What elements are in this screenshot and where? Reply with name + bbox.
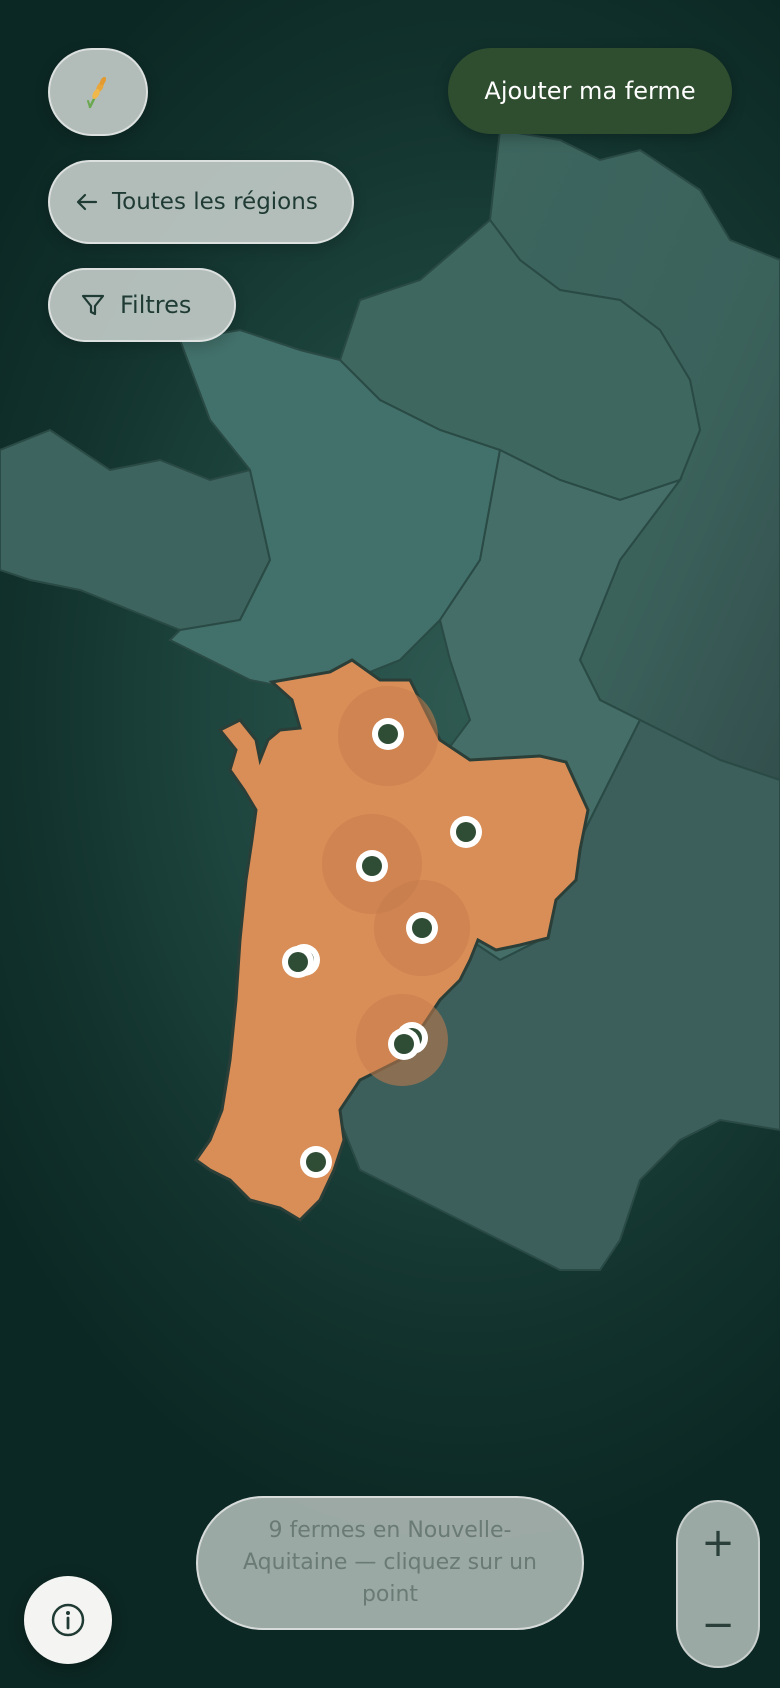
filters-label: Filtres <box>120 291 192 319</box>
region-west[interactable] <box>0 428 272 632</box>
status-message: 9 fermes en Nouvelle-Aquitaine — cliquez… <box>196 1496 584 1630</box>
farm-marker[interactable] <box>356 850 388 882</box>
map-canvas[interactable] <box>0 0 780 1688</box>
status-text: 9 fermes en Nouvelle-Aquitaine — cliquez… <box>242 1518 537 1607</box>
logo-button[interactable] <box>48 48 148 136</box>
all-regions-button[interactable]: Toutes les régions <box>48 160 354 244</box>
farm-marker[interactable] <box>372 718 404 750</box>
zoom-control: + − <box>676 1500 760 1668</box>
farm-marker[interactable] <box>406 912 438 944</box>
all-regions-label: Toutes les régions <box>112 189 318 215</box>
filters-button[interactable]: Filtres <box>48 268 236 342</box>
farm-marker[interactable] <box>388 1028 420 1060</box>
funnel-icon <box>80 292 106 318</box>
farm-marker[interactable] <box>282 946 314 978</box>
add-farm-button[interactable]: Ajouter ma ferme <box>448 48 732 134</box>
info-icon <box>50 1602 86 1638</box>
add-farm-label: Ajouter ma ferme <box>484 77 696 105</box>
wheat-icon <box>84 75 112 109</box>
zoom-in-button[interactable]: + <box>688 1523 748 1563</box>
info-button[interactable] <box>24 1576 112 1664</box>
zoom-out-button[interactable]: − <box>688 1605 748 1645</box>
farm-marker[interactable] <box>450 816 482 848</box>
arrow-left-icon <box>76 193 98 211</box>
farm-marker[interactable] <box>300 1146 332 1178</box>
